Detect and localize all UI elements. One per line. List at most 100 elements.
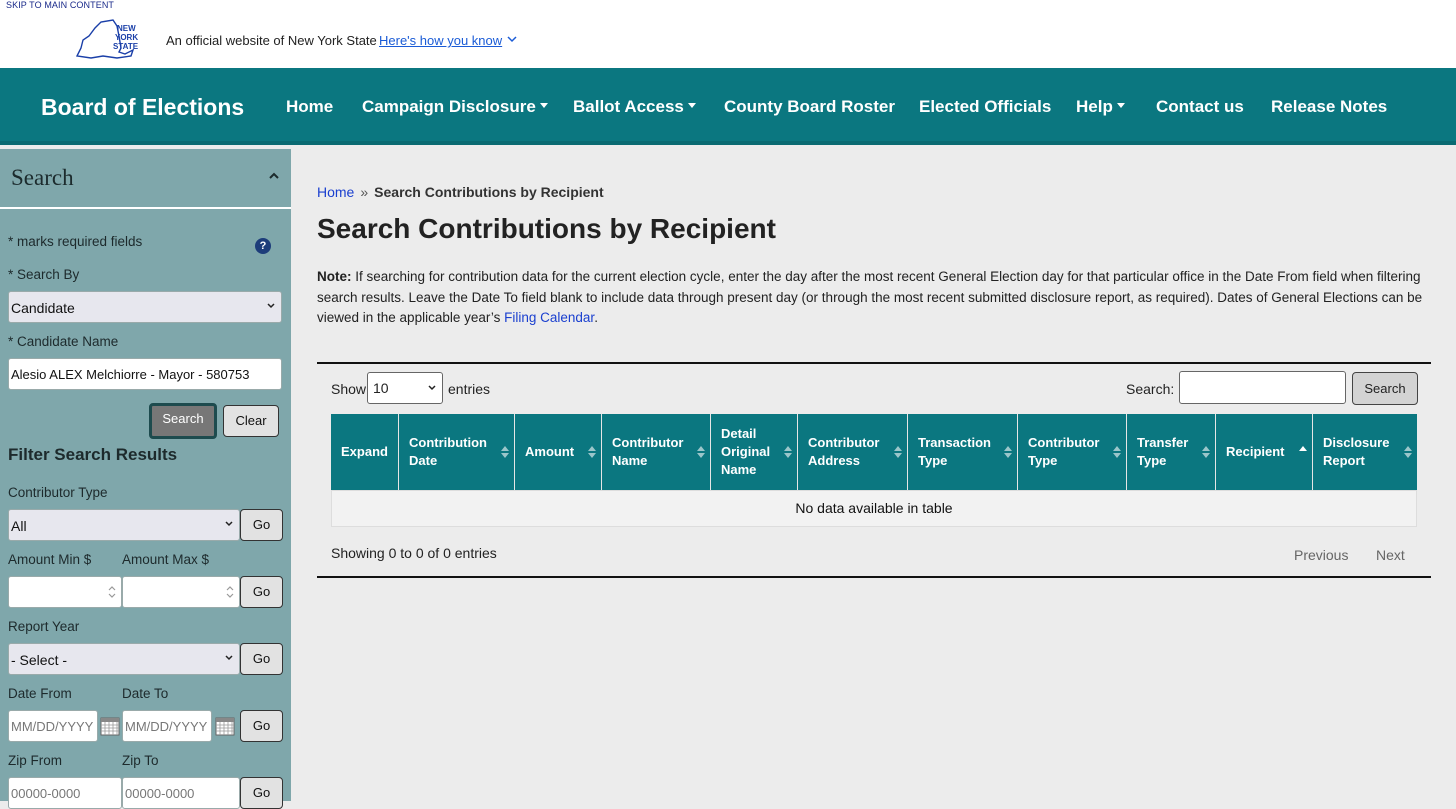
amount-go-button[interactable]: Go bbox=[240, 576, 283, 608]
sort-icon bbox=[1202, 446, 1210, 458]
amount-min-input[interactable] bbox=[8, 576, 122, 608]
note-paragraph: Note: If searching for contribution data… bbox=[317, 269, 1423, 325]
column-header[interactable]: Recipient bbox=[1216, 414, 1313, 490]
sort-icon bbox=[588, 446, 596, 458]
chevron-up-icon[interactable] bbox=[268, 171, 280, 181]
column-header[interactable]: Disclosure Report bbox=[1313, 414, 1417, 490]
sidebar-title: Search bbox=[11, 165, 74, 190]
amount-max-input[interactable] bbox=[122, 576, 240, 608]
spinner-icon[interactable] bbox=[107, 584, 117, 600]
help-icon[interactable]: ? bbox=[255, 238, 271, 254]
breadcrumb: Home » Search Contributions by Recipient bbox=[317, 184, 604, 200]
column-header[interactable]: Amount bbox=[515, 414, 602, 490]
nav-elected-officials[interactable]: Elected Officials bbox=[919, 97, 1051, 117]
spinner-icon[interactable] bbox=[225, 584, 235, 600]
caret-down-icon bbox=[687, 103, 696, 109]
table-search-input[interactable] bbox=[1179, 371, 1346, 404]
sort-icon bbox=[501, 446, 509, 458]
column-header[interactable]: Contribution Date bbox=[399, 414, 515, 490]
candidate-name-label: * Candidate Name bbox=[8, 334, 119, 349]
sort-icon bbox=[1113, 446, 1121, 458]
breadcrumb-home-link[interactable]: Home bbox=[317, 184, 354, 200]
breadcrumb-separator: » bbox=[360, 184, 369, 200]
main-navbar: Board of Elections Home Campaign Disclos… bbox=[0, 68, 1456, 145]
caret-down-icon bbox=[1116, 103, 1125, 109]
previous-page-button[interactable]: Previous bbox=[1294, 547, 1348, 563]
zip-to-input[interactable]: 00000-0000 bbox=[122, 777, 240, 809]
divider bbox=[317, 362, 1431, 364]
official-site-text: An official website of New York State bbox=[166, 33, 377, 48]
report-year-go-button[interactable]: Go bbox=[240, 643, 283, 675]
sort-icon bbox=[697, 446, 705, 458]
nav-ballot-access[interactable]: Ballot Access bbox=[573, 97, 696, 117]
search-by-select[interactable]: Candidate bbox=[8, 291, 282, 323]
amount-max-label: Amount Max $ bbox=[122, 552, 210, 567]
filter-results-title: Filter Search Results bbox=[8, 445, 178, 464]
table-info: Showing 0 to 0 of 0 entries bbox=[331, 545, 497, 561]
ny-state-logo[interactable]: NEW YORK STATE bbox=[73, 18, 143, 60]
breadcrumb-current: Search Contributions by Recipient bbox=[374, 184, 604, 200]
sort-icon bbox=[894, 446, 902, 458]
chevron-down-icon bbox=[225, 655, 233, 661]
date-to-label: Date To bbox=[122, 686, 169, 701]
chevron-down-icon bbox=[267, 303, 275, 309]
calendar-icon[interactable] bbox=[215, 716, 235, 736]
column-header[interactable]: Contributor Address bbox=[798, 414, 908, 490]
nav-contact-us[interactable]: Contact us bbox=[1156, 97, 1244, 117]
column-header[interactable]: Contributor Type bbox=[1018, 414, 1127, 490]
filing-calendar-link[interactable]: Filing Calendar bbox=[504, 310, 594, 325]
amount-min-label: Amount Min $ bbox=[8, 552, 92, 567]
contributor-type-go-button[interactable]: Go bbox=[240, 509, 283, 541]
note-text: If searching for contribution data for t… bbox=[317, 269, 1423, 325]
column-header[interactable]: Transaction Type bbox=[908, 414, 1018, 490]
nav-campaign-disclosure[interactable]: Campaign Disclosure bbox=[362, 97, 548, 117]
contributor-type-label: Contributor Type bbox=[8, 485, 108, 500]
chevron-down-icon bbox=[428, 385, 436, 391]
show-label: Show bbox=[331, 381, 367, 397]
brand-title[interactable]: Board of Elections bbox=[41, 94, 244, 121]
note-label: Note: bbox=[317, 269, 352, 284]
sort-icon bbox=[784, 446, 792, 458]
nav-home[interactable]: Home bbox=[286, 97, 333, 117]
table-search-button[interactable]: Search bbox=[1352, 372, 1418, 405]
clear-button[interactable]: Clear bbox=[223, 405, 279, 437]
date-from-input[interactable]: MM/DD/YYYY bbox=[8, 710, 98, 742]
sidebar-header[interactable]: Search bbox=[0, 149, 291, 209]
zip-from-input[interactable]: 00000-0000 bbox=[8, 777, 122, 809]
column-header[interactable]: Transfer Type bbox=[1127, 414, 1216, 490]
calendar-icon[interactable] bbox=[100, 716, 120, 736]
chevron-down-icon bbox=[225, 521, 233, 527]
search-sidebar: Search * marks required fields ? * Searc… bbox=[0, 149, 291, 809]
date-go-button[interactable]: Go bbox=[240, 710, 283, 742]
sort-icon bbox=[1004, 446, 1012, 458]
date-to-input[interactable]: MM/DD/YYYY bbox=[122, 710, 212, 742]
table-empty-row: No data available in table bbox=[331, 490, 1417, 527]
report-year-select[interactable]: - Select - bbox=[8, 643, 240, 675]
date-from-label: Date From bbox=[8, 686, 72, 701]
nav-release-notes[interactable]: Release Notes bbox=[1271, 97, 1387, 117]
column-header[interactable]: Contributor Name bbox=[602, 414, 711, 490]
search-button[interactable]: Search bbox=[149, 403, 217, 439]
contributor-type-select[interactable]: All bbox=[8, 509, 240, 541]
nav-county-board-roster[interactable]: County Board Roster bbox=[724, 97, 895, 117]
required-fields-note: * marks required fields bbox=[8, 234, 143, 249]
how-you-know-link[interactable]: Here's how you know bbox=[379, 33, 502, 48]
zip-to-label: Zip To bbox=[122, 753, 159, 768]
zip-go-button[interactable]: Go bbox=[240, 777, 283, 809]
nav-help[interactable]: Help bbox=[1076, 97, 1125, 117]
entries-label: entries bbox=[448, 381, 491, 397]
sort-icon bbox=[1404, 446, 1412, 458]
table-header: Expand Contribution Date Amount Contribu… bbox=[331, 414, 1417, 490]
entries-length-select[interactable]: 10 bbox=[367, 372, 443, 404]
sort-asc-icon bbox=[1299, 446, 1307, 451]
page-title: Search Contributions by Recipient bbox=[317, 213, 776, 244]
column-header[interactable]: Detail Original Name bbox=[711, 414, 798, 490]
candidate-name-input[interactable]: Alesio ALEX Melchiorre - Mayor - 580753 bbox=[8, 358, 282, 390]
column-header[interactable]: Expand bbox=[331, 414, 399, 490]
chevron-down-icon[interactable] bbox=[506, 33, 518, 45]
skip-to-content-link[interactable]: SKIP TO MAIN CONTENT bbox=[6, 0, 114, 10]
divider bbox=[317, 576, 1431, 578]
next-page-button[interactable]: Next bbox=[1376, 547, 1405, 563]
caret-down-icon bbox=[539, 103, 548, 109]
svg-text:NEW: NEW bbox=[117, 24, 136, 33]
